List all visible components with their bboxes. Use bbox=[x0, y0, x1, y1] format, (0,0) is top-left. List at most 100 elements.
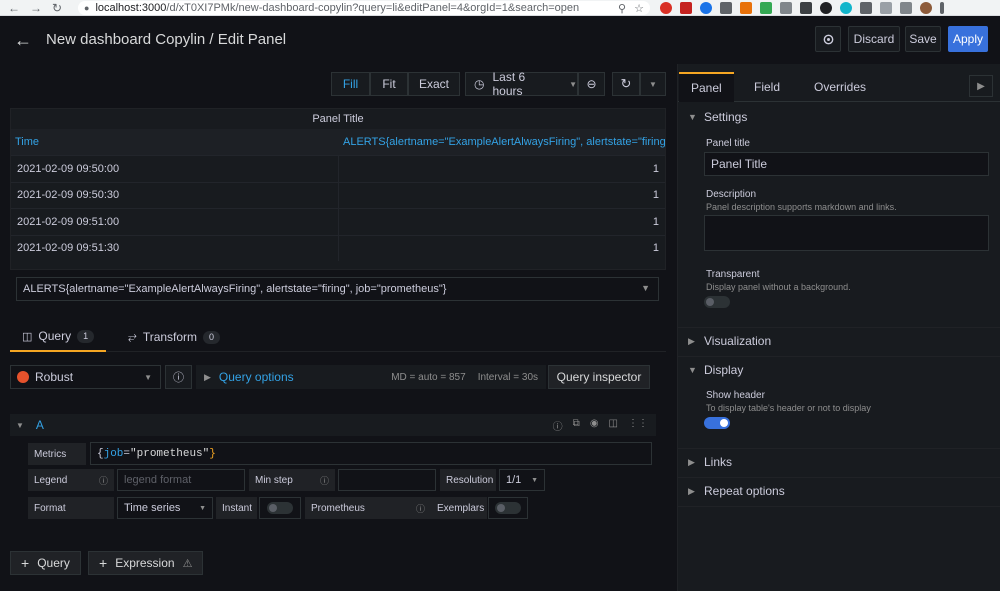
tab-query[interactable]: ◫ Query 1 bbox=[10, 322, 107, 352]
time-range-picker[interactable]: ◷ Last 6 hours ▼ bbox=[465, 70, 578, 98]
tab-transform[interactable]: ⥂ Transform 0 bbox=[128, 322, 221, 352]
zoom-out-button[interactable]: ⊖ bbox=[578, 72, 605, 96]
eye-icon[interactable]: ◉ bbox=[590, 418, 599, 433]
extension-icon[interactable] bbox=[700, 2, 712, 14]
help-icon[interactable]: ⓘ bbox=[553, 418, 563, 433]
extension-icon[interactable] bbox=[720, 2, 732, 14]
save-button[interactable]: Save bbox=[905, 26, 941, 52]
legend-input[interactable]: legend format bbox=[117, 469, 245, 491]
bookmark-star-icon[interactable]: ☆ bbox=[634, 2, 644, 15]
browser-back-icon[interactable]: ← bbox=[8, 1, 20, 15]
tab-field[interactable]: Field bbox=[754, 72, 780, 102]
expand-options-button[interactable]: ▶ bbox=[969, 75, 993, 97]
discard-button[interactable]: Discard bbox=[848, 26, 900, 52]
add-query-button[interactable]: + Query bbox=[10, 551, 81, 575]
series-select[interactable]: ALERTS{alertname="ExampleAlertAlwaysFiri… bbox=[16, 277, 659, 301]
apply-button[interactable]: Apply bbox=[948, 26, 988, 52]
info-icon[interactable]: ⓘ bbox=[320, 474, 329, 487]
chevron-down-icon: ▼ bbox=[641, 283, 650, 293]
query-ref-id[interactable]: A bbox=[36, 418, 44, 432]
query-options-label: Query options bbox=[218, 370, 294, 384]
exemplars-toggle[interactable] bbox=[495, 502, 521, 514]
refresh-interval-dropdown[interactable]: ▼ bbox=[640, 72, 666, 96]
browser-forward-icon[interactable]: → bbox=[30, 1, 42, 15]
back-arrow-icon[interactable]: ← bbox=[14, 30, 32, 51]
transparent-toggle[interactable] bbox=[704, 296, 730, 308]
query-row-header[interactable]: ▼ A ⓘ ⧉ ◉ ◫ ⋮⋮ bbox=[10, 414, 656, 436]
section-links[interactable]: ▶ Links bbox=[688, 455, 732, 469]
section-repeat-options[interactable]: ▶ Repeat options bbox=[688, 484, 785, 498]
refresh-icon: ↻ bbox=[620, 76, 632, 91]
panel-title-input[interactable]: Panel Title bbox=[704, 152, 989, 176]
exact-toggle[interactable]: Exact bbox=[408, 72, 460, 96]
warning-icon: ⚠ bbox=[182, 557, 193, 570]
extension-icon[interactable] bbox=[760, 2, 772, 14]
query-inspector-button[interactable]: Query inspector bbox=[548, 365, 650, 389]
fill-toggle[interactable]: Fill bbox=[331, 72, 370, 96]
table-cell-value: 1 bbox=[652, 215, 659, 228]
question-circle-icon: ⓘ bbox=[173, 372, 184, 384]
metrics-input[interactable]: {job = "prometheus"} bbox=[90, 442, 652, 465]
extension-icon[interactable] bbox=[680, 2, 692, 14]
zoom-out-icon: ⊖ bbox=[586, 77, 597, 91]
query-tabs: ◫ Query 1 ⥂ Transform 0 bbox=[10, 322, 666, 352]
profile-avatar[interactable] bbox=[920, 2, 932, 14]
extension-icon[interactable] bbox=[660, 2, 672, 14]
legend-label: Legend ⓘ bbox=[28, 469, 114, 491]
browser-reload-icon[interactable]: ↻ bbox=[52, 1, 62, 15]
extension-icon[interactable] bbox=[840, 2, 852, 14]
page-title: New dashboard Copylin / Edit Panel bbox=[46, 31, 287, 48]
chevron-down-icon: ▼ bbox=[688, 112, 697, 122]
section-display[interactable]: ▼ Display bbox=[688, 363, 743, 377]
info-icon[interactable]: ⓘ bbox=[99, 474, 108, 487]
collapse-chevron-icon[interactable]: ▼ bbox=[16, 421, 24, 430]
table-cell-value: 1 bbox=[652, 242, 659, 255]
address-bar[interactable]: ● localhost:3000/d/xT0XI7PMk/new-dashboa… bbox=[78, 1, 650, 15]
info-icon[interactable]: ⓘ bbox=[416, 502, 425, 515]
extension-icon[interactable] bbox=[780, 2, 792, 14]
extensions-puzzle-icon[interactable] bbox=[900, 2, 912, 14]
section-visualization[interactable]: ▶ Visualization bbox=[688, 334, 771, 348]
instant-label: Instant bbox=[216, 497, 257, 519]
format-label: Format bbox=[28, 497, 114, 519]
column-header-time[interactable]: Time bbox=[11, 136, 339, 148]
instant-toggle[interactable] bbox=[267, 502, 293, 514]
show-header-toggle[interactable] bbox=[704, 417, 730, 429]
add-expression-button[interactable]: + Expression ⚠ bbox=[88, 551, 204, 575]
extension-icon[interactable] bbox=[820, 2, 832, 14]
extension-icon[interactable] bbox=[740, 2, 752, 14]
drag-handle-icon[interactable]: ⋮⋮ bbox=[628, 418, 648, 433]
panel-title[interactable]: Panel Title bbox=[11, 109, 665, 129]
resolution-select[interactable]: 1/1 ▼ bbox=[499, 469, 545, 491]
table-row: 2021-02-09 09:51:00 1 bbox=[11, 208, 665, 235]
fit-toggle[interactable]: Fit bbox=[370, 72, 408, 96]
transparent-hint: Display panel without a background. bbox=[706, 282, 851, 292]
min-step-input[interactable] bbox=[338, 469, 436, 491]
browser-menu-icon[interactable] bbox=[940, 2, 944, 14]
settings-button[interactable] bbox=[815, 26, 841, 52]
options-tabs: Panel Field Overrides ▶ bbox=[678, 72, 1000, 102]
extension-icon[interactable] bbox=[880, 2, 892, 14]
delete-icon[interactable]: ◫ bbox=[609, 418, 618, 433]
exemplars-label: Exemplars bbox=[431, 497, 487, 519]
table-cell-time: 2021-02-09 09:50:30 bbox=[11, 182, 339, 208]
duplicate-icon[interactable]: ⧉ bbox=[573, 418, 580, 433]
extension-icon[interactable] bbox=[860, 2, 872, 14]
extension-icon[interactable] bbox=[800, 2, 812, 14]
divider bbox=[678, 356, 1000, 357]
zoom-icon[interactable]: ⚲ bbox=[618, 2, 626, 15]
tab-overrides[interactable]: Overrides bbox=[814, 72, 866, 102]
column-header-value[interactable]: ALERTS{alertname="ExampleAlertAlwaysFiri… bbox=[339, 136, 665, 148]
format-select[interactable]: Time series ▼ bbox=[117, 497, 213, 519]
divider bbox=[678, 506, 1000, 507]
help-button[interactable]: ⓘ bbox=[165, 365, 192, 389]
query-options-toggle[interactable]: ▶ Query options MD = auto = 857 Interval… bbox=[196, 365, 546, 389]
description-textarea[interactable] bbox=[704, 215, 989, 251]
lock-icon: ● bbox=[84, 3, 90, 13]
section-settings[interactable]: ▼ Settings bbox=[688, 110, 747, 124]
tab-panel[interactable]: Panel bbox=[679, 72, 734, 102]
min-step-label: Min step ⓘ bbox=[249, 469, 335, 491]
datasource-picker[interactable]: Robust ▼ bbox=[10, 365, 161, 389]
query-options-meta: MD = auto = 857 Interval = 30s bbox=[391, 372, 538, 383]
refresh-button[interactable]: ↻ bbox=[612, 72, 640, 96]
